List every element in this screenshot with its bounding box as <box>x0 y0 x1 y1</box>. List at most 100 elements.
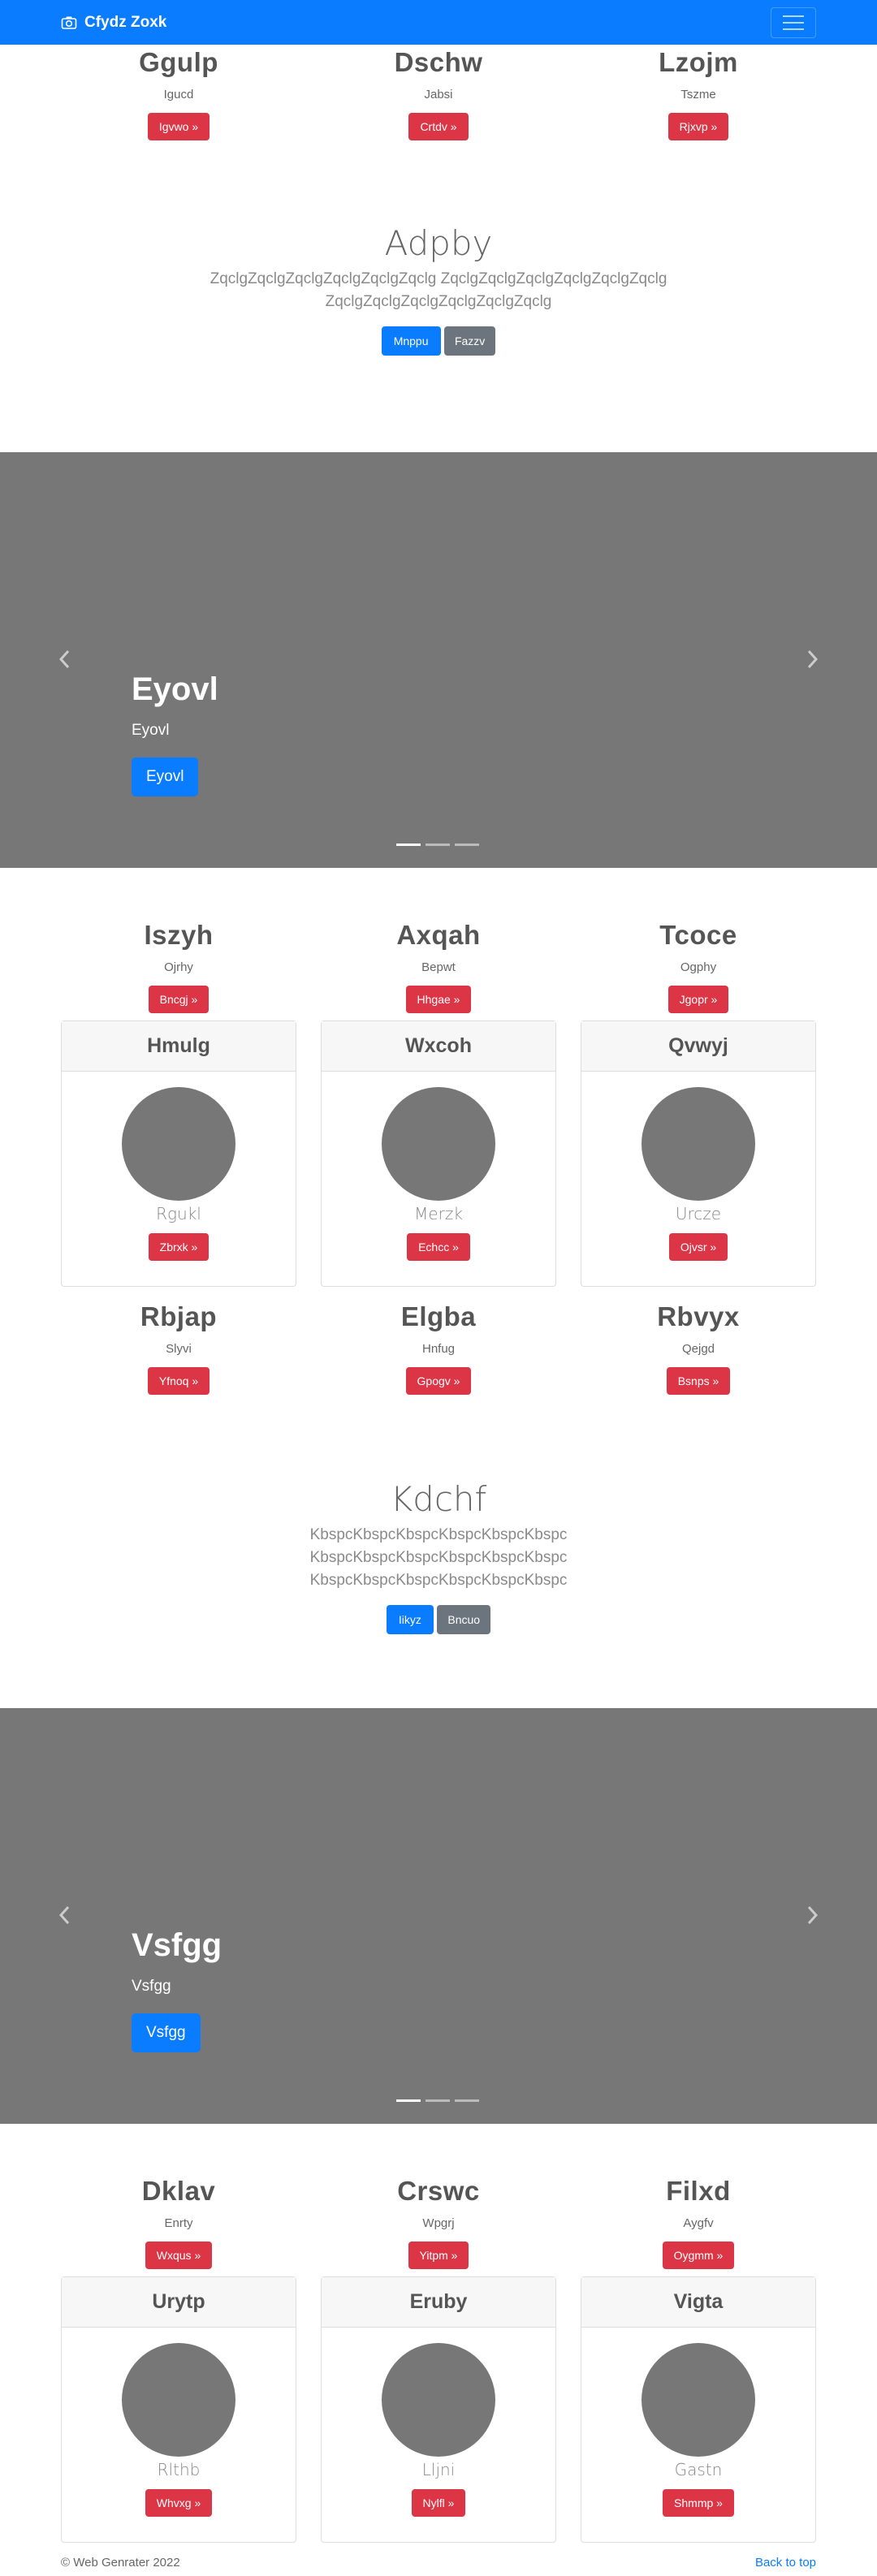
card-header: Urytp <box>62 2277 296 2328</box>
jumbotron-section: Kdchf KbspcKbspcKbspcKbspcKbspcKbspc Kbs… <box>0 1479 877 1634</box>
avatar <box>382 1087 495 1201</box>
column-2: Crswc Wpgrj Yitpm » <box>317 2176 560 2269</box>
column-button[interactable]: Hhgae » <box>405 986 472 1013</box>
column-title: Axqah <box>396 920 481 950</box>
column-subtitle: Enrty <box>164 2216 193 2230</box>
column-subtitle: Wpgrj <box>422 2216 455 2230</box>
column-button[interactable]: Bncgj » <box>148 986 210 1013</box>
column-1: Dklav Enrty Wxqus » <box>57 2176 300 2269</box>
column-title: Elgba <box>400 1301 477 1331</box>
card-button[interactable]: Nylfl » <box>411 2489 466 2517</box>
column-button[interactable]: Oygmm » <box>662 2242 735 2269</box>
column-subtitle: Aygfv <box>683 2216 714 2230</box>
chevron-right-icon[interactable] <box>806 1905 820 1926</box>
card: Vigta Gastn Shmmp » <box>581 2276 816 2543</box>
primary-button[interactable]: Mnppu <box>381 326 441 356</box>
column-3: Tcoce Ogphy Jgopr » <box>577 920 820 1013</box>
column-button[interactable]: Yitpm » <box>408 2242 469 2269</box>
column-button[interactable]: Wxqus » <box>145 2242 213 2269</box>
primary-button[interactable]: Iikyz <box>386 1605 434 1634</box>
column-button[interactable]: Rjxvp » <box>667 113 729 140</box>
carousel-indicator[interactable] <box>455 2099 479 2102</box>
brand-link[interactable]: Cfydz Zoxk <box>61 14 166 32</box>
camera-icon <box>61 16 77 29</box>
card-name: Rlthb <box>157 2460 201 2479</box>
secondary-button[interactable]: Fazzv <box>443 326 496 356</box>
column-subtitle: Jabsi <box>424 88 453 101</box>
column-button[interactable]: Bsnps » <box>666 1367 731 1395</box>
card-header: Hmulg <box>62 1021 296 1072</box>
column-title: Rbjap <box>140 1301 218 1331</box>
carousel-indicator[interactable] <box>426 844 450 846</box>
hamburger-icon <box>783 15 804 17</box>
navbar-toggler-button[interactable] <box>771 7 816 38</box>
card-name: Gastn <box>674 2460 723 2479</box>
card-name: Lljni <box>421 2460 456 2479</box>
column-title: Iszyh <box>144 920 214 950</box>
chevron-left-icon[interactable] <box>57 649 71 670</box>
carousel-caption-button[interactable]: Vsfgg <box>132 2013 201 2052</box>
card-header: Qvwyj <box>581 1021 815 1072</box>
column-subtitle: Igucd <box>163 88 194 101</box>
card-name: Merzk <box>414 1204 463 1223</box>
jumbotron-title: Adpby <box>384 223 493 263</box>
avatar <box>642 1087 755 1201</box>
avatar <box>122 2343 235 2457</box>
carousel-caption-text: Vsfgg <box>132 1978 171 1995</box>
navbar: Cfydz Zoxk <box>0 0 877 45</box>
jumbotron-section: Adpby ZqclgZqclgZqclgZqclgZqclgZqclg Zqc… <box>0 223 877 356</box>
column-title: Lzojm <box>659 47 738 77</box>
carousel-caption-title: Eyovl <box>132 671 218 707</box>
jumbotron-text: KbspcKbspcKbspcKbspcKbspcKbspc KbspcKbsp… <box>309 1526 568 1589</box>
card-button[interactable]: Zbrxk » <box>148 1233 210 1261</box>
carousel: Eyovl Eyovl Eyovl <box>0 452 877 868</box>
column-title: Rbvyx <box>657 1301 740 1331</box>
column-2: Dschw Jabsi Crtdv » <box>317 47 560 140</box>
column-3: Lzojm Tszme Rjxvp » <box>577 47 820 140</box>
back-to-top-link[interactable]: Back to top <box>755 2556 816 2570</box>
column-subtitle: Qejgd <box>681 1342 715 1356</box>
card-button[interactable]: Ojvsr » <box>668 1233 728 1261</box>
card-button[interactable]: Whvxg » <box>145 2489 213 2517</box>
carousel-indicator[interactable] <box>396 844 421 846</box>
column-button[interactable]: Jgopr » <box>667 986 729 1013</box>
column-subtitle: Hnfug <box>421 1342 456 1356</box>
jumbotron-text: ZqclgZqclgZqclgZqclgZqclgZqclg ZqclgZqcl… <box>210 270 667 310</box>
column-title: Filxd <box>666 2176 731 2206</box>
jumbotron-title: Kdchf <box>390 1479 487 1519</box>
footer-copyright: © Web Genrater 2022 <box>61 2556 180 2570</box>
card: Wxcoh Merzk Echcc » <box>321 1020 556 1287</box>
avatar <box>122 1087 235 1201</box>
carousel-indicator[interactable] <box>426 2099 450 2102</box>
column-button[interactable]: Igvwo » <box>147 113 210 140</box>
card-button[interactable]: Echcc » <box>407 1233 470 1261</box>
card: Qvwyj Urcze Ojvsr » <box>581 1020 816 1287</box>
secondary-button[interactable]: Bncuo <box>437 1605 491 1634</box>
column-subtitle: Ojrhy <box>164 960 193 974</box>
column-subtitle: Tszme <box>680 88 716 101</box>
column-button[interactable]: Gpogv » <box>405 1367 472 1395</box>
carousel-caption-button[interactable]: Eyovl <box>132 757 199 796</box>
column-2: Elgba Hnfug Gpogv » <box>317 1301 560 1395</box>
column-button[interactable]: Crtdv » <box>408 113 469 140</box>
column-1: Rbjap Slyvi Yfnoq » <box>57 1301 300 1395</box>
carousel-indicators <box>396 844 479 846</box>
card-name: Rgukl <box>156 1204 201 1223</box>
column-title: Dschw <box>394 47 483 77</box>
card-header: Eruby <box>322 2277 555 2328</box>
carousel-indicator[interactable] <box>396 2099 421 2102</box>
avatar <box>382 2343 495 2457</box>
carousel-caption-text: Eyovl <box>132 722 170 739</box>
column-1: Iszyh Ojrhy Bncgj » <box>57 920 300 1013</box>
chevron-left-icon[interactable] <box>57 1905 71 1926</box>
carousel: Vsfgg Vsfgg Vsfgg <box>0 1708 877 2124</box>
card: Hmulg Rgukl Zbrxk » <box>61 1020 296 1287</box>
column-title: Crswc <box>397 2176 480 2206</box>
chevron-right-icon[interactable] <box>806 649 820 670</box>
card-header: Wxcoh <box>322 1021 555 1072</box>
carousel-indicator[interactable] <box>455 844 479 846</box>
column-subtitle: Ogphy <box>680 960 717 974</box>
carousel-caption-title: Vsfgg <box>132 1927 222 1963</box>
column-button[interactable]: Yfnoq » <box>147 1367 210 1395</box>
card-button[interactable]: Shmmp » <box>663 2489 734 2517</box>
